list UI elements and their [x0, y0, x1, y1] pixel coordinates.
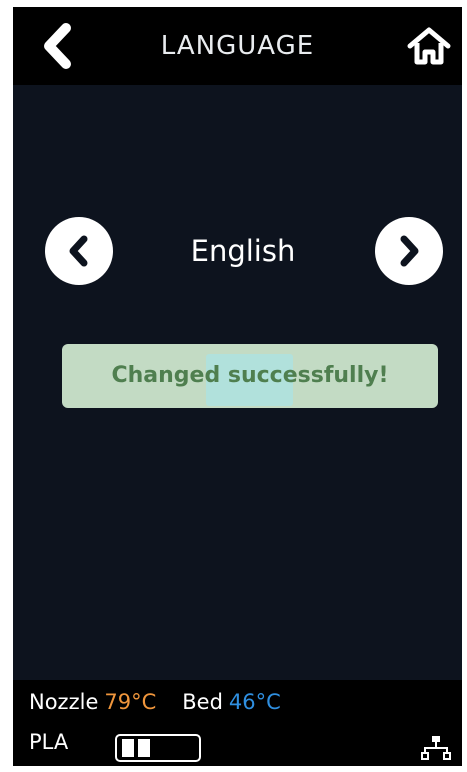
current-language: English — [190, 234, 296, 268]
filament-level-indicator[interactable] — [115, 734, 201, 762]
nozzle-label: Nozzle — [29, 690, 99, 714]
previous-language-button[interactable] — [45, 217, 113, 285]
printer-screen: LANGUAGE English Changed successfully! N… — [13, 7, 462, 766]
filament-level-segment-2 — [138, 739, 150, 757]
filament-level-segment-1 — [122, 739, 134, 757]
bed-temperature: 46°C — [228, 690, 281, 714]
chevron-left-circle-icon — [69, 235, 88, 267]
toast-message: Changed successfully! — [111, 363, 389, 388]
filament-label: PLA — [29, 730, 69, 754]
home-icon — [407, 27, 451, 65]
chevron-right-circle-icon — [400, 235, 419, 267]
nozzle-temperature: 79°C — [104, 690, 157, 714]
home-button[interactable] — [404, 21, 454, 71]
next-language-button[interactable] — [375, 217, 443, 285]
temperature-readout: Nozzle 79°C Bed 46°C — [29, 690, 281, 720]
page-title: LANGUAGE — [160, 31, 315, 61]
bed-label: Bed — [182, 690, 223, 714]
network-icon[interactable] — [421, 735, 451, 761]
success-toast: Changed successfully! — [62, 344, 438, 408]
top-bar: LANGUAGE — [13, 7, 462, 85]
language-selector: English — [13, 217, 462, 287]
status-bar: Nozzle 79°C Bed 46°C PLA — [13, 680, 462, 766]
